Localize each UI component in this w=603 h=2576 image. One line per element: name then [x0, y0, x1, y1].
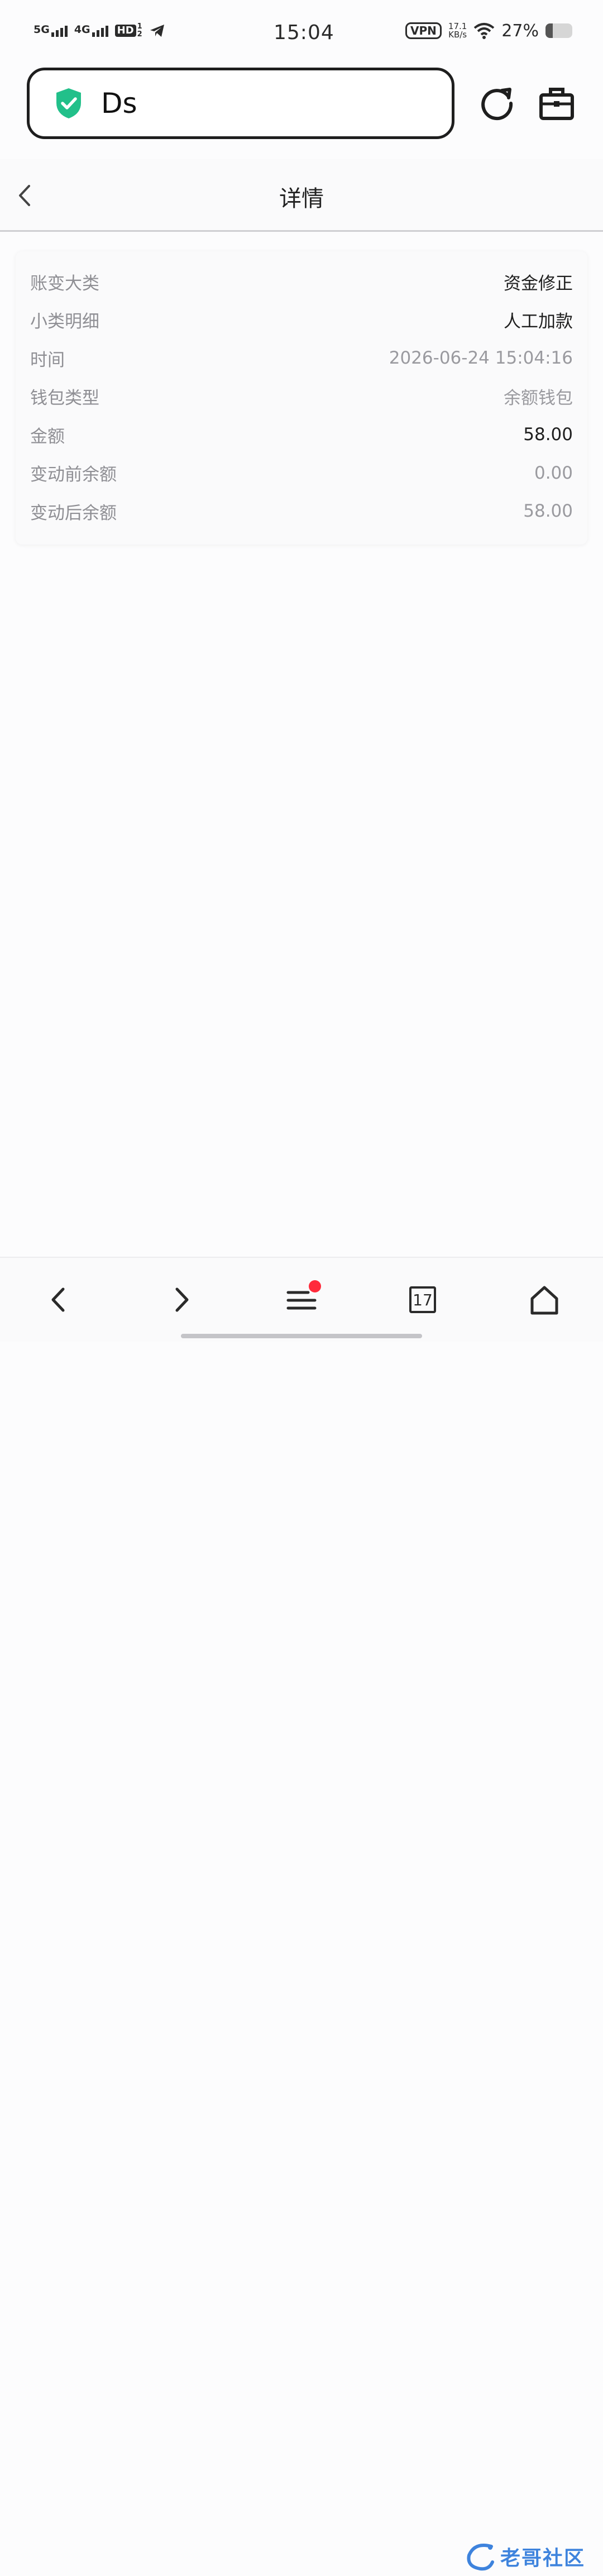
toolbox-icon[interactable]: [537, 84, 576, 123]
network-type-label: 5G: [34, 23, 50, 36]
nav-tabs-button[interactable]: 17: [403, 1280, 442, 1319]
page-title: 详情: [279, 186, 324, 212]
detail-label: 变动前余额: [30, 465, 117, 485]
chevron-right-icon: [175, 1287, 189, 1312]
nav-home-button[interactable]: [525, 1280, 564, 1319]
status-right: VPN 17.1 KB/s 27%: [405, 21, 572, 41]
page-header: 详情: [0, 159, 603, 232]
detail-row: 钱包类型 余额钱包: [30, 378, 573, 416]
status-left: 5G 4G HD 1 2: [34, 23, 257, 39]
wifi-icon: [474, 23, 495, 39]
chevron-left-icon: [51, 1287, 65, 1312]
detail-label: 金额: [30, 426, 65, 447]
detail-label: 小类明细: [30, 312, 99, 332]
hd-sub-top: 1: [137, 22, 142, 31]
signal-4g-indicator: 4G: [74, 25, 108, 37]
detail-card: 账变大类 资金修正小类明细 人工加款时间 2026-06-24 15:04:16 钱包类…: [16, 251, 587, 545]
detail-value: 2026-06-24 15:04:16: [389, 348, 573, 369]
hd-sub-bottom: 2: [137, 30, 142, 39]
detail-value: 资金修正: [504, 273, 573, 294]
hd-sub-labels: 1 2: [137, 23, 142, 39]
detail-label: 账变大类: [30, 273, 99, 294]
signal-bars-icon: [51, 25, 68, 37]
nav-back-button[interactable]: [39, 1280, 78, 1319]
battery-fill: [545, 23, 553, 38]
detail-row: 账变大类 资金修正: [30, 263, 573, 301]
notification-dot: [309, 1280, 321, 1292]
reload-icon[interactable]: [477, 84, 516, 123]
clock: 15:04: [274, 21, 334, 44]
dragon-logo-icon: [467, 2544, 494, 2571]
status-bar: 5G 4G HD 1 2 15:04 VPN 17.1 KB/s 27%: [0, 0, 603, 61]
tabs-count: 17: [409, 1286, 436, 1313]
hd-voice-icon: HD 1 2: [114, 23, 142, 39]
network-type-label: 4G: [74, 23, 90, 36]
detail-row: 金额 58.00: [30, 416, 573, 454]
vpn-icon: VPN: [405, 22, 442, 39]
detail-row: 时间 2026-06-24 15:04:16: [30, 339, 573, 378]
browser-toolbar: Ds: [0, 61, 603, 159]
signal-5g-indicator: 5G: [34, 25, 68, 37]
nav-menu-button[interactable]: [282, 1280, 321, 1319]
signal-bars-icon: [92, 25, 108, 37]
detail-label: 钱包类型: [30, 388, 99, 409]
network-speed-unit: KB/s: [448, 30, 467, 40]
home-indicator[interactable]: [181, 1334, 422, 1338]
detail-value: 58.00: [523, 501, 573, 522]
network-speed: 17.1 KB/s: [448, 22, 467, 39]
detail-value: 0.00: [534, 462, 573, 483]
address-bar[interactable]: Ds: [27, 68, 454, 139]
detail-label: 时间: [30, 350, 65, 370]
hd-label: HD: [114, 25, 136, 37]
bottom-navigation: 17 老哥社区: [0, 1257, 603, 2571]
battery-icon: [545, 23, 572, 38]
watermark-text: 老哥社区: [500, 2547, 586, 2570]
detail-label: 变动后余额: [30, 503, 117, 523]
detail-row: 变动前余额 0.00: [30, 454, 573, 493]
security-shield-icon: [56, 88, 81, 118]
detail-value: 余额钱包: [504, 388, 573, 409]
battery-percent: 27%: [501, 21, 539, 41]
url-text: Ds: [101, 87, 137, 120]
home-icon: [530, 1286, 558, 1315]
telegram-icon: [150, 25, 164, 37]
detail-value: 58.00: [523, 424, 573, 445]
detail-row: 变动后余额 58.00: [30, 492, 573, 531]
nav-forward-button[interactable]: [162, 1280, 201, 1319]
watermark-logo: 老哥社区: [463, 2537, 597, 2576]
detail-value: 人工加款: [504, 312, 573, 332]
detail-row: 小类明细 人工加款: [30, 301, 573, 340]
